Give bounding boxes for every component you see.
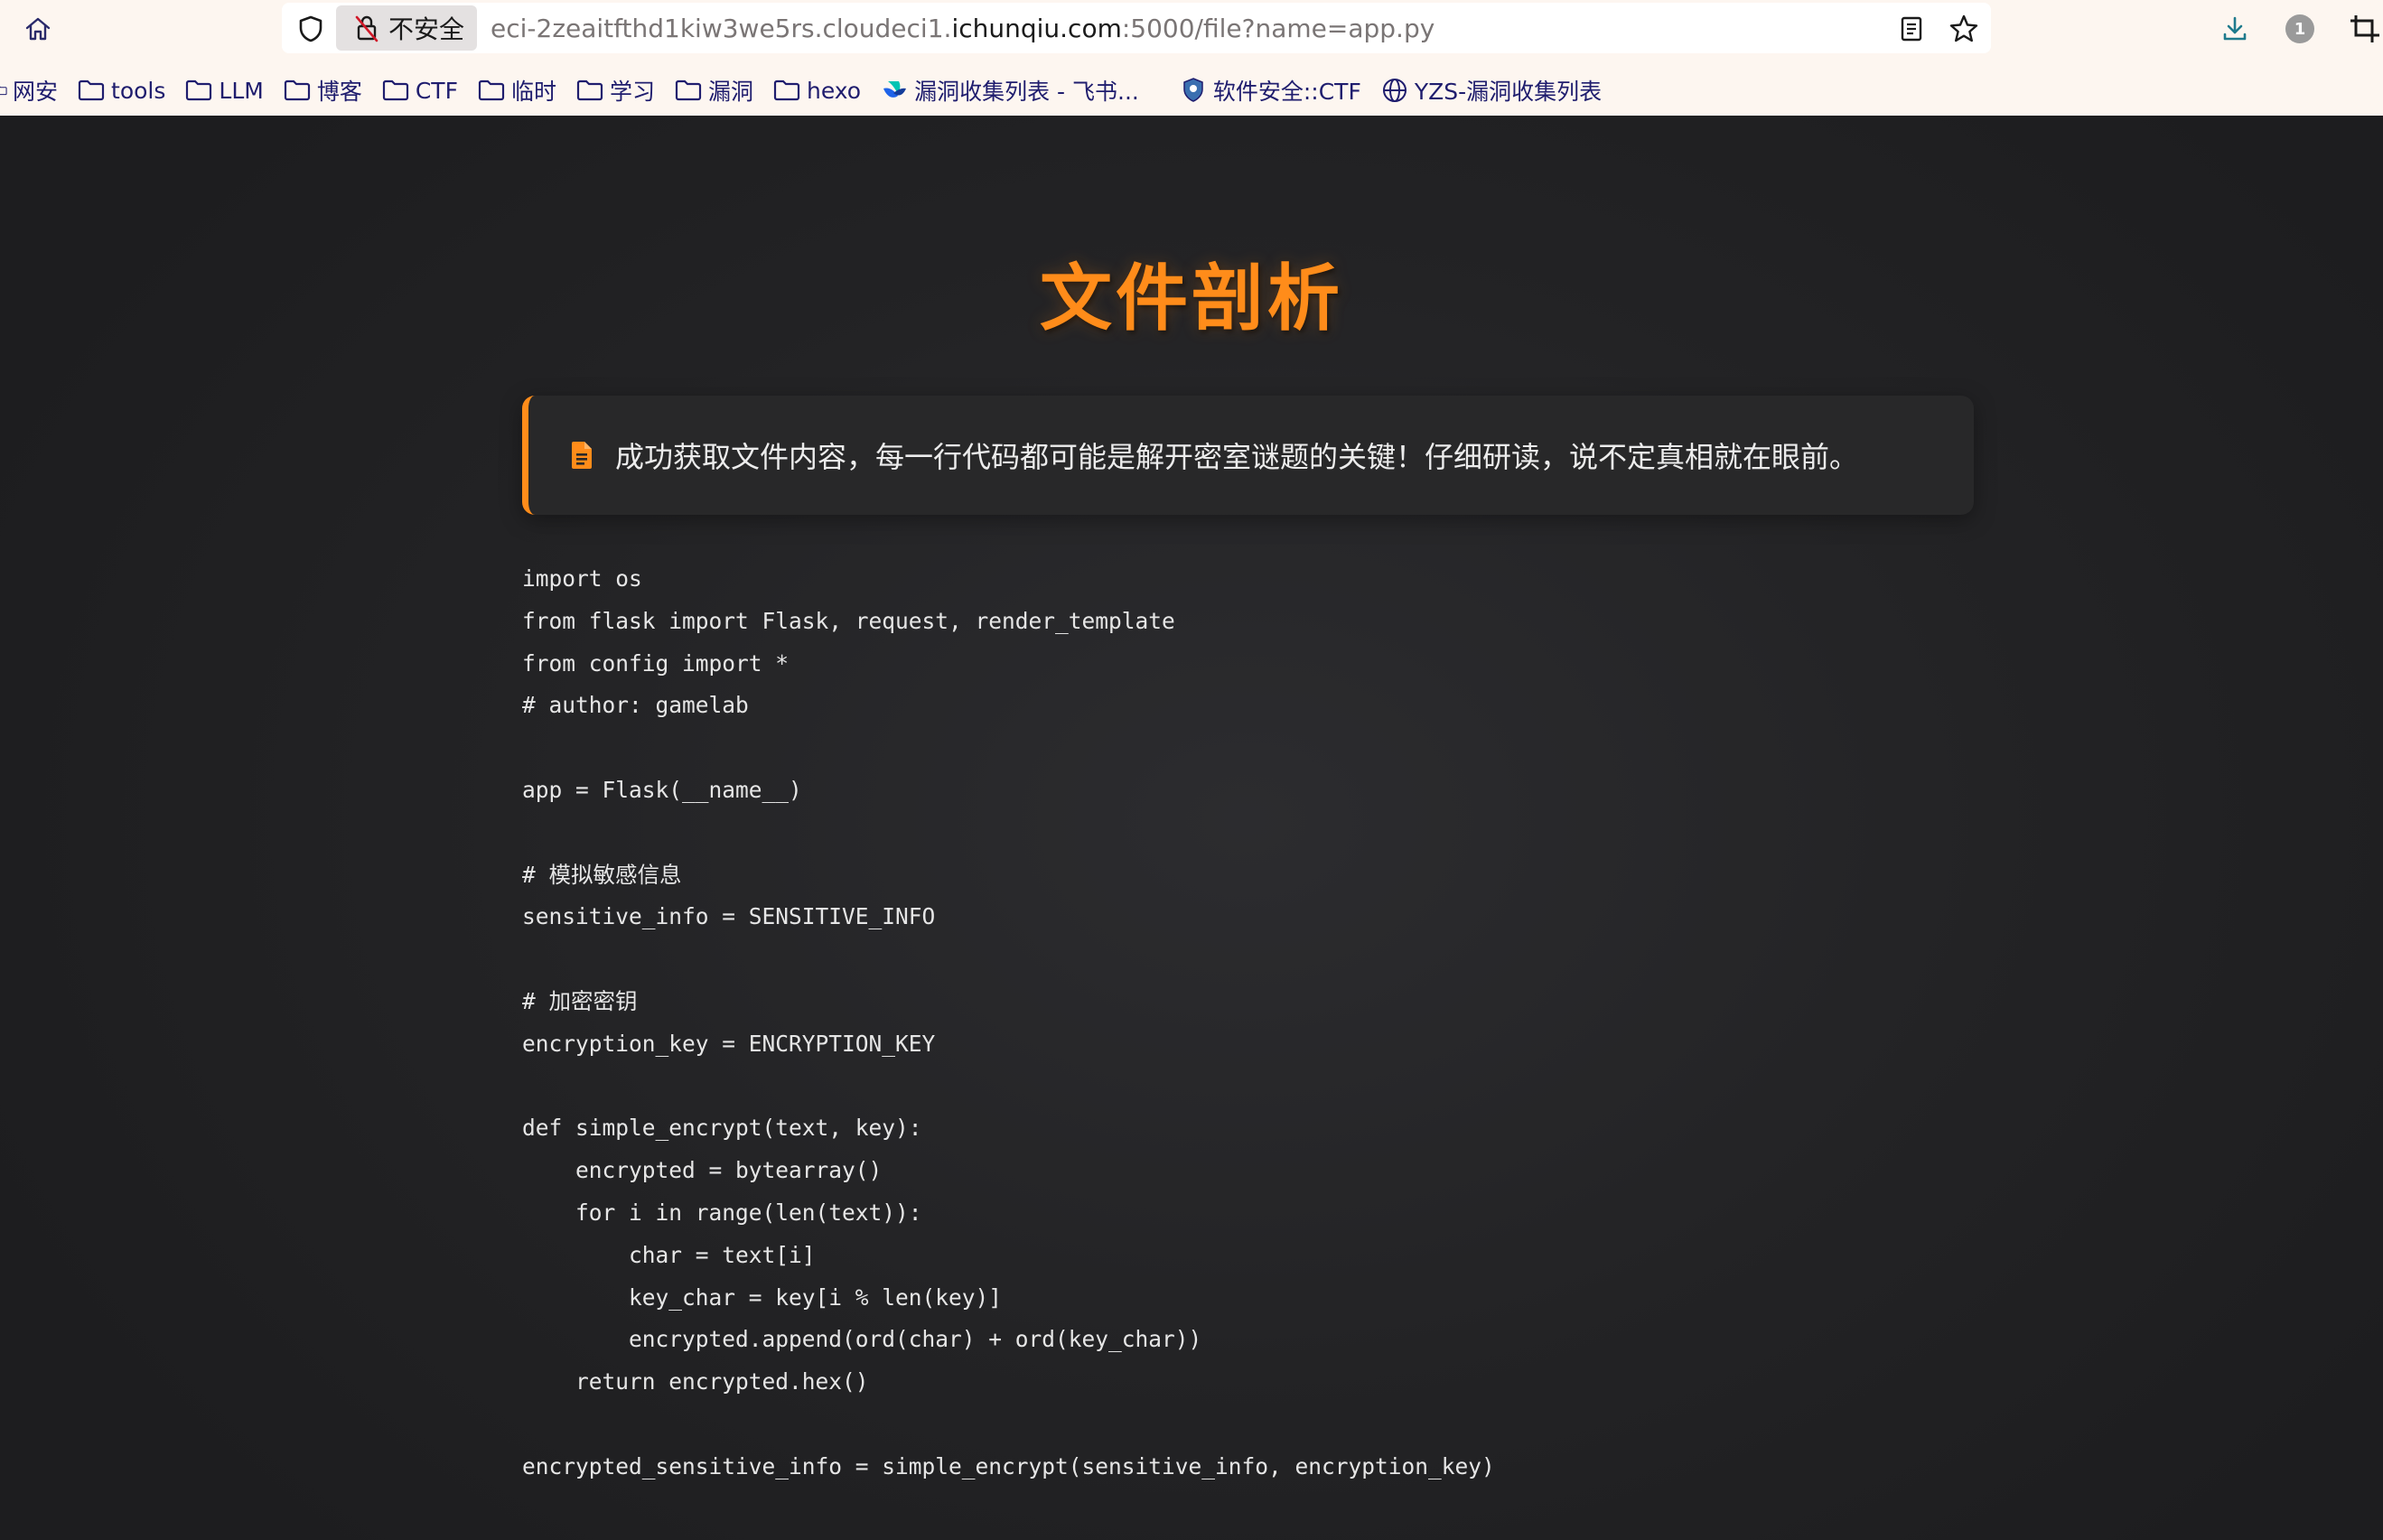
folder-icon bbox=[283, 76, 312, 105]
url-suffix: :5000/file?name=app.py bbox=[1121, 14, 1435, 43]
home-icon[interactable] bbox=[18, 9, 58, 49]
bookmarks-bar: 网安 tools LLM 博客 CTF 临时 学习 漏洞 hexo 漏洞收集列表… bbox=[0, 70, 2378, 110]
folder-icon bbox=[184, 76, 213, 105]
folder-icon bbox=[674, 76, 703, 105]
folder-icon bbox=[575, 76, 604, 105]
crop-icon[interactable] bbox=[2349, 11, 2383, 47]
bookmark-folder-study[interactable]: 学习 bbox=[575, 70, 655, 110]
bookmark-label: CTF bbox=[415, 77, 458, 104]
bookmark-feishu-vuln-list[interactable]: 漏洞收集列表 - 飞书... bbox=[880, 70, 1139, 110]
extension-badge[interactable]: 1 bbox=[2284, 13, 2316, 45]
bookmark-label: YZS-漏洞收集列表 bbox=[1414, 79, 1603, 105]
bookmark-label: 软件安全::CTF bbox=[1212, 79, 1361, 105]
bookmark-folder-wangan[interactable]: 网安 bbox=[0, 70, 58, 110]
folder-icon bbox=[77, 76, 106, 105]
bookmark-label: hexo bbox=[807, 77, 862, 104]
bookmark-label: 网安 bbox=[13, 79, 59, 105]
page-content: 文件剖析 成功获取文件内容，每一行代码都可能是解开密室谜题的关键！仔细研读，说不… bbox=[0, 116, 2383, 1540]
shield-icon[interactable] bbox=[293, 11, 329, 47]
page-title: 文件剖析 bbox=[1040, 257, 1343, 341]
bookmark-folder-hexo[interactable]: hexo bbox=[772, 70, 861, 110]
bookmark-label: LLM bbox=[219, 77, 264, 104]
bookmark-label: 学习 bbox=[609, 79, 655, 105]
bookmark-label: 临时 bbox=[510, 79, 556, 105]
bookmark-label: 漏洞 bbox=[707, 79, 753, 105]
bookmark-software-security-ctf[interactable]: 软件安全::CTF bbox=[1179, 70, 1361, 110]
globe-icon bbox=[1380, 76, 1409, 105]
not-secure-label: 不安全 bbox=[388, 14, 465, 44]
file-icon bbox=[568, 439, 595, 471]
file-content-code: import os from flask import Flask, reque… bbox=[522, 565, 1495, 1479]
broken-lock-icon bbox=[349, 10, 385, 46]
bookmark-folder-blog[interactable]: 博客 bbox=[283, 70, 362, 110]
folder-icon bbox=[772, 76, 801, 105]
bookmark-label: 漏洞收集列表 - 飞书... bbox=[914, 79, 1139, 105]
bookmark-label: tools bbox=[111, 77, 166, 104]
url-domain: ichunqiu.com bbox=[951, 14, 1122, 43]
url-prefix: eci-2zeaitfthd1kiw3we5rs.cloudeci1. bbox=[491, 14, 952, 43]
shield-badge-icon bbox=[1179, 76, 1208, 105]
bookmark-yzs-vuln-list[interactable]: YZS-漏洞收集列表 bbox=[1380, 70, 1602, 110]
folder-icon bbox=[0, 76, 7, 105]
badge-count: 1 bbox=[2294, 19, 2306, 39]
download-icon[interactable] bbox=[2215, 9, 2255, 49]
bookmark-label: 博客 bbox=[316, 79, 362, 105]
not-secure-indicator[interactable]: 不安全 bbox=[336, 5, 477, 51]
folder-icon bbox=[381, 76, 410, 105]
feishu-icon bbox=[880, 76, 909, 105]
alert-message: 成功获取文件内容，每一行代码都可能是解开密室谜题的关键！仔细研读，说不定真相就在… bbox=[615, 440, 1859, 474]
bookmark-folder-tools[interactable]: tools bbox=[77, 70, 165, 110]
reader-view-icon[interactable] bbox=[1893, 11, 1930, 47]
folder-icon bbox=[477, 76, 506, 105]
url-text[interactable]: eci-2zeaitfthd1kiw3we5rs.cloudeci1.ichun… bbox=[491, 9, 1434, 49]
browser-chrome: 不安全 eci-2zeaitfthd1kiw3we5rs.cloudeci1.i… bbox=[0, 0, 2383, 116]
bookmark-star-icon[interactable] bbox=[1944, 9, 1984, 49]
bookmark-folder-vuln[interactable]: 漏洞 bbox=[674, 70, 753, 110]
bookmark-folder-ctf[interactable]: CTF bbox=[381, 70, 458, 110]
success-alert: 成功获取文件内容，每一行代码都可能是解开密室谜题的关键！仔细研读，说不定真相就在… bbox=[522, 396, 1974, 515]
bookmark-folder-temp[interactable]: 临时 bbox=[477, 70, 556, 110]
bookmark-folder-llm[interactable]: LLM bbox=[184, 70, 264, 110]
